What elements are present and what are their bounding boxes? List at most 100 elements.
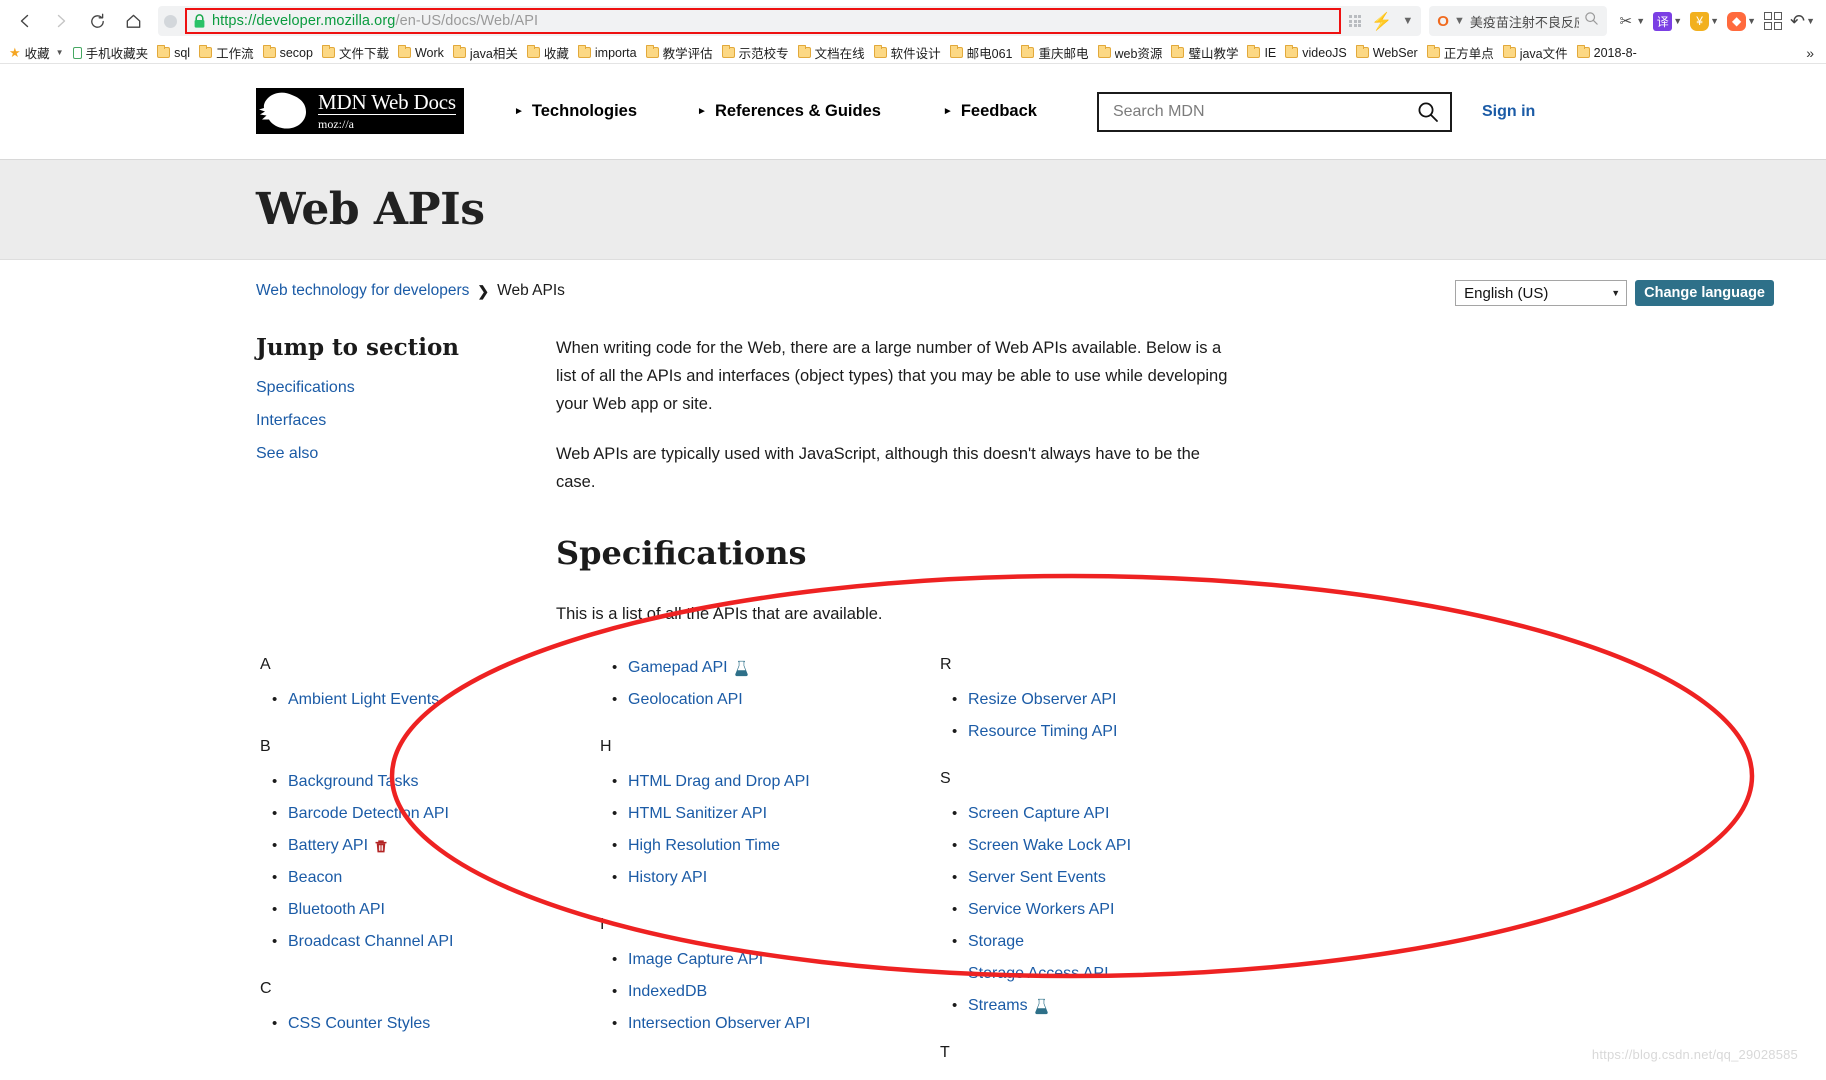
api-link[interactable]: Service Workers API bbox=[968, 898, 1114, 922]
list-item[interactable]: Service Workers API bbox=[952, 898, 1276, 922]
breadcrumb-parent-link[interactable]: Web technology for developers bbox=[256, 282, 469, 300]
search-input[interactable] bbox=[1112, 102, 1416, 121]
api-link[interactable]: Storage Access API bbox=[968, 962, 1109, 986]
bookmark-item[interactable]: 工作流 bbox=[196, 43, 260, 62]
list-item[interactable]: CSS Counter Styles bbox=[272, 1012, 596, 1036]
search-icon[interactable] bbox=[1584, 11, 1599, 31]
jump-link-interfaces[interactable]: Interfaces bbox=[256, 412, 556, 430]
bookmark-item[interactable]: 文档在线 bbox=[795, 43, 871, 62]
jump-link-specifications[interactable]: Specifications bbox=[256, 379, 556, 397]
list-item[interactable]: Geolocation API bbox=[612, 688, 936, 712]
api-link[interactable]: Resize Observer API bbox=[968, 688, 1117, 712]
address-bar[interactable]: https://developer.mozilla.org/en-US/docs… bbox=[158, 6, 1422, 36]
bookmark-item[interactable]: 软件设计 bbox=[871, 43, 947, 62]
api-link[interactable]: Screen Wake Lock API bbox=[968, 834, 1131, 858]
bookmarks-overflow-button[interactable]: » bbox=[1800, 45, 1820, 61]
list-item[interactable]: Screen Wake Lock API bbox=[952, 834, 1276, 858]
api-link[interactable]: Server Sent Events bbox=[968, 866, 1106, 890]
list-item[interactable]: HTML Drag and Drop API bbox=[612, 770, 936, 794]
bookmark-item[interactable]: 璧山教学 bbox=[1168, 43, 1244, 62]
qr-code-icon[interactable] bbox=[1349, 15, 1362, 27]
nav-item-technologies[interactable]: ► Technologies bbox=[514, 102, 637, 121]
omnibox-search-query[interactable]: 美疫苗注射不良反应 bbox=[1470, 12, 1579, 31]
bookmark-item[interactable]: 示范校专 bbox=[719, 43, 795, 62]
bookmark-item[interactable]: 2018-8- bbox=[1574, 44, 1643, 60]
api-link[interactable]: Image Capture API bbox=[628, 948, 763, 972]
extension-translate[interactable]: 译 ▼ bbox=[1650, 11, 1685, 31]
list-item[interactable]: Background Tasks bbox=[272, 770, 596, 794]
extension-scissors-capture[interactable]: ✂ ▼ bbox=[1613, 12, 1648, 31]
chevron-down-icon[interactable]: ▼ bbox=[56, 48, 64, 57]
nav-item-references-guides[interactable]: ► References & Guides bbox=[697, 102, 881, 121]
mdn-search-box[interactable] bbox=[1096, 91, 1452, 132]
bookmark-item[interactable]: 手机收藏夹 bbox=[70, 43, 155, 62]
bookmark-item[interactable]: IE bbox=[1244, 44, 1282, 60]
extension-game-controller[interactable]: ◆ ▼ bbox=[1724, 11, 1759, 31]
api-link[interactable]: Storage bbox=[968, 930, 1024, 954]
bookmark-item[interactable]: 收藏 bbox=[524, 43, 575, 62]
extension-shield-badge[interactable]: ¥ ▼ bbox=[1687, 11, 1722, 31]
list-item[interactable]: Storage bbox=[952, 930, 1276, 954]
chevron-down-icon[interactable]: ▼ bbox=[1710, 16, 1719, 26]
sign-in-link[interactable]: Sign in bbox=[1482, 103, 1535, 121]
mdn-logo[interactable]: MDN Web Docs moz://a bbox=[256, 87, 464, 134]
api-link[interactable]: HTML Sanitizer API bbox=[628, 802, 767, 826]
list-item[interactable]: Broadcast Channel API bbox=[272, 930, 596, 954]
list-item[interactable]: HTML Sanitizer API bbox=[612, 802, 936, 826]
list-item[interactable]: Storage Access API bbox=[952, 962, 1276, 986]
api-link[interactable]: Intersection Observer API bbox=[628, 1012, 810, 1036]
bookmark-item[interactable]: videoJS bbox=[1282, 44, 1352, 60]
change-language-button[interactable]: Change language bbox=[1635, 280, 1774, 306]
api-link[interactable]: Battery API bbox=[288, 834, 368, 858]
api-link[interactable]: Geolocation API bbox=[628, 688, 743, 712]
api-link[interactable]: Bluetooth API bbox=[288, 898, 385, 922]
omnibox-search-widget[interactable]: O ▼ 美疫苗注射不良反应 bbox=[1429, 6, 1608, 36]
list-item[interactable]: Gamepad API bbox=[612, 656, 936, 680]
reload-icon[interactable] bbox=[80, 4, 114, 38]
forward-arrow-icon[interactable] bbox=[44, 4, 78, 38]
api-link[interactable]: History API bbox=[628, 866, 707, 890]
api-link[interactable]: High Resolution Time bbox=[628, 834, 780, 858]
list-item[interactable]: Resource Timing API bbox=[952, 720, 1276, 744]
language-select[interactable]: English (US) ▼ bbox=[1455, 280, 1628, 306]
list-item[interactable]: Ambient Light Events bbox=[272, 688, 596, 712]
chevron-down-icon[interactable]: ▼ bbox=[1454, 15, 1465, 27]
list-item[interactable]: Beacon bbox=[272, 866, 596, 890]
api-link[interactable]: Background Tasks bbox=[288, 770, 418, 794]
bookmark-item[interactable]: sql bbox=[154, 44, 196, 60]
api-link[interactable]: Gamepad API bbox=[628, 656, 728, 680]
api-link[interactable]: IndexedDB bbox=[628, 980, 707, 1004]
bookmark-item[interactable]: ★ 收藏 ▼ bbox=[6, 43, 70, 62]
list-item[interactable]: Streams bbox=[952, 994, 1276, 1018]
home-icon[interactable] bbox=[116, 4, 150, 38]
bookmark-item[interactable]: java文件 bbox=[1500, 43, 1574, 62]
list-item[interactable]: Resize Observer API bbox=[952, 688, 1276, 712]
api-link[interactable]: Barcode Detection API bbox=[288, 802, 449, 826]
api-link[interactable]: Resource Timing API bbox=[968, 720, 1117, 744]
bookmark-item[interactable]: 文件下载 bbox=[319, 43, 395, 62]
bookmark-item[interactable]: 正方单点 bbox=[1424, 43, 1500, 62]
list-item[interactable]: IndexedDB bbox=[612, 980, 936, 1004]
chevron-down-icon[interactable]: ▼ bbox=[1402, 15, 1413, 27]
search-icon[interactable] bbox=[1416, 100, 1440, 124]
api-link[interactable]: Ambient Light Events bbox=[288, 688, 439, 712]
bookmark-item[interactable]: 重庆邮电 bbox=[1018, 43, 1094, 62]
list-item[interactable]: Server Sent Events bbox=[952, 866, 1276, 890]
list-item[interactable]: Barcode Detection API bbox=[272, 802, 596, 826]
api-link[interactable]: CSS Counter Styles bbox=[288, 1012, 430, 1036]
bookmark-item[interactable]: importa bbox=[575, 44, 643, 60]
chevron-down-icon[interactable]: ▼ bbox=[1673, 16, 1682, 26]
undo-button[interactable]: ↶ ▼ bbox=[1787, 11, 1818, 32]
api-link[interactable]: Beacon bbox=[288, 866, 342, 890]
back-arrow-icon[interactable] bbox=[8, 4, 42, 38]
bookmark-item[interactable]: secop bbox=[260, 44, 319, 60]
api-link[interactable]: Screen Capture API bbox=[968, 802, 1109, 826]
list-item[interactable]: Image Capture API bbox=[612, 948, 936, 972]
bookmark-item[interactable]: WebSer bbox=[1353, 44, 1424, 60]
bookmark-item[interactable]: web资源 bbox=[1095, 43, 1169, 62]
list-item[interactable]: Intersection Observer API bbox=[612, 1012, 936, 1036]
api-link[interactable]: Streams bbox=[968, 994, 1028, 1018]
chevron-down-icon[interactable]: ▼ bbox=[1747, 16, 1756, 26]
list-item[interactable]: Bluetooth API bbox=[272, 898, 596, 922]
nav-item-feedback[interactable]: ► Feedback bbox=[943, 102, 1037, 121]
